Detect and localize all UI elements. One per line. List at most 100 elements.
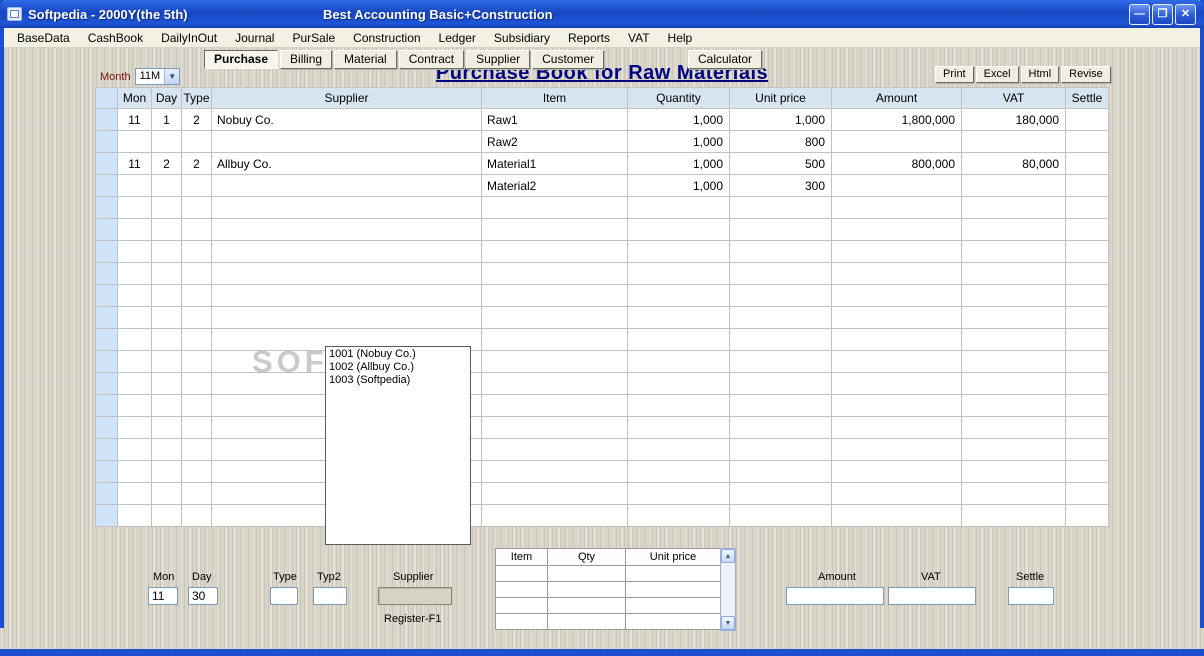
cell-day[interactable]: 1 — [151, 108, 182, 131]
cell-unit-price[interactable] — [729, 372, 832, 395]
cell-unit-price[interactable] — [729, 504, 832, 527]
row-selector[interactable] — [95, 328, 118, 351]
cell-item[interactable] — [481, 350, 628, 373]
cell-type[interactable] — [181, 306, 212, 329]
row-selector[interactable] — [95, 108, 118, 131]
cell-quantity[interactable]: 1,000 — [627, 174, 730, 197]
table-row[interactable] — [95, 328, 1109, 351]
cell-unit-price[interactable] — [729, 482, 832, 505]
cell-amount[interactable] — [831, 328, 962, 351]
cell-vat[interactable] — [961, 262, 1066, 285]
cell-unit-price[interactable] — [729, 350, 832, 373]
type-field[interactable] — [270, 587, 298, 605]
cell-settle[interactable] — [1065, 240, 1109, 263]
cell-mon[interactable] — [117, 394, 152, 417]
cell-quantity[interactable] — [627, 262, 730, 285]
cell-supplier[interactable] — [211, 284, 482, 307]
table-row[interactable] — [95, 350, 1109, 373]
cell-vat[interactable] — [961, 482, 1066, 505]
cell-settle[interactable] — [1065, 504, 1109, 527]
table-row[interactable]: Raw2 1,000 800 — [95, 130, 1109, 153]
cell-quantity[interactable] — [627, 196, 730, 219]
cell-type[interactable] — [181, 394, 212, 417]
menu-construction[interactable]: Construction — [344, 29, 429, 47]
cell-quantity[interactable] — [627, 416, 730, 439]
calculator-button[interactable]: Calculator — [688, 50, 763, 69]
cell-quantity[interactable]: 1,000 — [627, 130, 730, 153]
table-row[interactable] — [95, 284, 1109, 307]
tab-billing[interactable]: Billing — [280, 50, 333, 69]
menu-subsidiary[interactable]: Subsidiary — [485, 29, 559, 47]
cell-type[interactable]: 2 — [181, 108, 212, 131]
close-icon[interactable]: ✕ — [1175, 4, 1196, 25]
cell-type[interactable] — [181, 262, 212, 285]
cell-quantity[interactable] — [627, 438, 730, 461]
menu-ledger[interactable]: Ledger — [430, 29, 485, 47]
row-selector[interactable] — [95, 416, 118, 439]
cell-amount[interactable] — [831, 130, 962, 153]
cell-unit-price[interactable] — [729, 460, 832, 483]
cell-supplier[interactable] — [211, 240, 482, 263]
cell-type[interactable] — [181, 218, 212, 241]
cell-vat[interactable] — [961, 438, 1066, 461]
cell-amount[interactable] — [831, 218, 962, 241]
cell-quantity[interactable] — [627, 504, 730, 527]
cell-mon[interactable] — [117, 482, 152, 505]
cell-type[interactable]: 2 — [181, 152, 212, 175]
cell-settle[interactable] — [1065, 350, 1109, 373]
cell-amount[interactable] — [831, 284, 962, 307]
cell-vat[interactable] — [961, 504, 1066, 527]
cell-amount[interactable] — [831, 482, 962, 505]
cell-mon[interactable] — [117, 262, 152, 285]
day-field[interactable] — [188, 587, 218, 605]
cell-type[interactable] — [181, 460, 212, 483]
cell-mon[interactable] — [117, 240, 152, 263]
mini-grid-row[interactable] — [495, 565, 721, 582]
cell-quantity[interactable] — [627, 350, 730, 373]
cell-day[interactable] — [151, 262, 182, 285]
cell-settle[interactable] — [1065, 108, 1109, 131]
cell-quantity[interactable] — [627, 306, 730, 329]
revise-button[interactable]: Revise — [1061, 66, 1111, 83]
tab-material[interactable]: Material — [334, 50, 397, 69]
cell-vat[interactable] — [961, 460, 1066, 483]
table-row[interactable] — [95, 306, 1109, 329]
menu-vat[interactable]: VAT — [619, 29, 659, 47]
cell-unit-price[interactable] — [729, 196, 832, 219]
row-selector[interactable] — [95, 482, 118, 505]
row-selector[interactable] — [95, 196, 118, 219]
cell-settle[interactable] — [1065, 174, 1109, 197]
cell-mon[interactable] — [117, 350, 152, 373]
row-selector[interactable] — [95, 306, 118, 329]
cell-item[interactable] — [481, 284, 628, 307]
cell-day[interactable] — [151, 350, 182, 373]
cell-vat[interactable]: 180,000 — [961, 108, 1066, 131]
cell-day[interactable] — [151, 240, 182, 263]
cell-mon[interactable] — [117, 196, 152, 219]
cell-amount[interactable] — [831, 460, 962, 483]
cell-type[interactable] — [181, 196, 212, 219]
cell-item[interactable] — [481, 196, 628, 219]
cell-settle[interactable] — [1065, 482, 1109, 505]
cell-day[interactable] — [151, 196, 182, 219]
cell-supplier[interactable] — [211, 130, 482, 153]
cell-unit-price[interactable] — [729, 328, 832, 351]
cell-quantity[interactable] — [627, 218, 730, 241]
cell-item[interactable] — [481, 504, 628, 527]
supplier-dropdown-list[interactable]: 1001 (Nobuy Co.) 1002 (Allbuy Co.) 1003 … — [325, 346, 471, 545]
table-row[interactable] — [95, 482, 1109, 505]
menu-basedata[interactable]: BaseData — [8, 29, 79, 47]
cell-type[interactable] — [181, 504, 212, 527]
supplier-field[interactable] — [378, 587, 452, 605]
cell-mon[interactable] — [117, 416, 152, 439]
cell-settle[interactable] — [1065, 438, 1109, 461]
cell-unit-price[interactable]: 300 — [729, 174, 832, 197]
cell-unit-price[interactable] — [729, 262, 832, 285]
cell-mon[interactable] — [117, 328, 152, 351]
tab-supplier[interactable]: Supplier — [466, 50, 531, 69]
html-button[interactable]: Html — [1020, 66, 1060, 83]
table-row[interactable]: 11 2 2 Allbuy Co. Material1 1,000 500 80… — [95, 152, 1109, 175]
vat-field[interactable] — [888, 587, 976, 605]
row-selector[interactable] — [95, 372, 118, 395]
cell-vat[interactable] — [961, 328, 1066, 351]
